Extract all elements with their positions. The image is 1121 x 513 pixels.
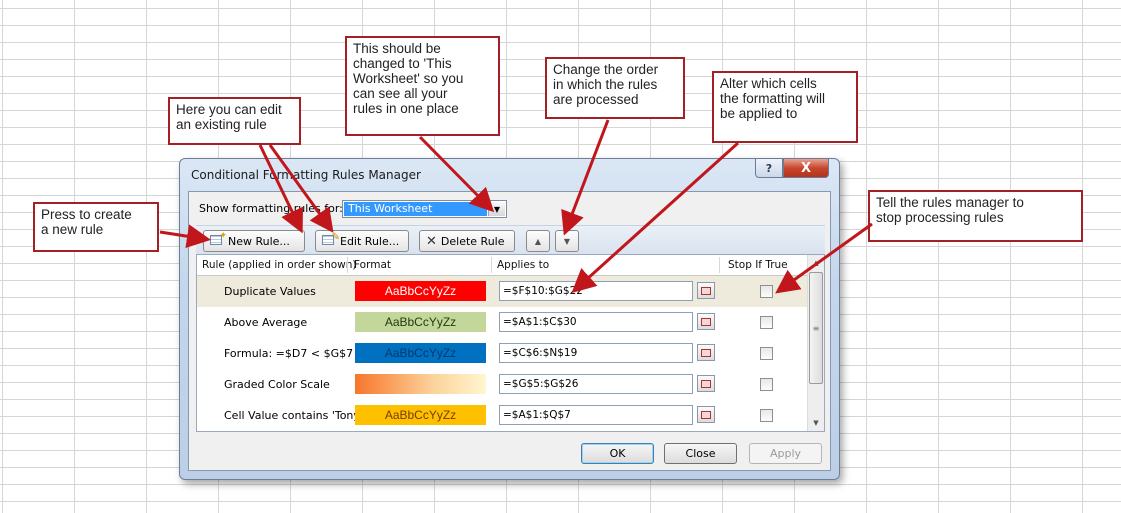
- format-preview: AaBbCcYyZz: [355, 343, 486, 363]
- callout-order-note: Change the order in which the rules are …: [545, 57, 685, 119]
- rule-name: Formula: =$D7 < $G$7: [224, 347, 354, 360]
- rules-toolbar: ✦ New Rule... ✎ Edit Rule... ✕ Delete Ru…: [196, 225, 825, 255]
- format-preview: AaBbCcYyZz: [355, 405, 486, 425]
- applies-to-field[interactable]: =$G$5:$G$26: [499, 374, 693, 394]
- show-rules-select[interactable]: This Worksheet ▼: [342, 200, 507, 218]
- applies-to-field[interactable]: =$A$1:$Q$7: [499, 405, 693, 425]
- format-preview: AaBbCcYyZz: [355, 281, 486, 301]
- new-rule-label: New Rule...: [228, 234, 290, 248]
- edit-rule-button[interactable]: ✎ Edit Rule...: [315, 230, 409, 252]
- column-header-stop-if-true: Stop If True: [728, 259, 788, 271]
- delete-rule-label: Delete Rule: [440, 234, 505, 248]
- help-button[interactable]: ?: [755, 158, 783, 178]
- column-header-rule: Rule (applied in order shown): [202, 259, 357, 271]
- new-rule-icon: ✦: [210, 231, 227, 247]
- format-preview: [355, 374, 486, 394]
- edit-rule-label: Edit Rule...: [340, 234, 400, 248]
- stop-if-true-checkbox[interactable]: [760, 285, 773, 298]
- rules-manager-dialog: Conditional Formatting Rules Manager ? X…: [179, 158, 840, 480]
- stop-if-true-checkbox[interactable]: [760, 347, 773, 360]
- vertical-scrollbar[interactable]: ▲ ≡ ▼: [807, 255, 824, 431]
- new-rule-button[interactable]: ✦ New Rule...: [203, 230, 305, 252]
- arrow-up-icon: ▲: [534, 236, 542, 246]
- show-rules-selected-value: This Worksheet: [344, 202, 487, 216]
- rule-name: Graded Color Scale: [224, 378, 330, 391]
- collapse-dialog-icon: [701, 348, 711, 357]
- scroll-up-icon[interactable]: ▲: [809, 256, 823, 270]
- collapse-dialog-icon: [701, 410, 711, 419]
- rule-row[interactable]: Above Average AaBbCcYyZz =$A$1:$C$30: [197, 307, 809, 338]
- rule-name: Above Average: [224, 316, 308, 329]
- move-down-button[interactable]: ▼: [555, 230, 579, 252]
- arrow-down-icon: ▼: [563, 236, 571, 246]
- show-rules-label: Show formatting rules for:: [199, 202, 343, 215]
- table-header: Rule (applied in order shown) Format App…: [197, 255, 809, 276]
- apply-button[interactable]: Apply: [749, 443, 822, 464]
- callout-edit-note: Here you can edit an existing rule: [168, 97, 301, 145]
- dialog-body: Show formatting rules for: This Workshee…: [188, 191, 831, 471]
- callout-scope-note: This should be changed to 'This Workshee…: [345, 36, 500, 136]
- callout-stop-note: Tell the rules manager to stop processin…: [868, 190, 1083, 242]
- rules-table: Rule (applied in order shown) Format App…: [196, 254, 825, 432]
- scroll-down-icon[interactable]: ▼: [809, 416, 823, 430]
- collapse-dialog-icon: [701, 286, 711, 295]
- dropdown-arrow-icon[interactable]: ▼: [488, 202, 505, 216]
- applies-to-field[interactable]: =$A$1:$C$30: [499, 312, 693, 332]
- format-preview: AaBbCcYyZz: [355, 312, 486, 332]
- range-select-button[interactable]: [697, 282, 715, 299]
- dialog-title: Conditional Formatting Rules Manager: [191, 168, 421, 182]
- column-header-applies-to: Applies to: [497, 259, 550, 271]
- range-select-button[interactable]: [697, 406, 715, 423]
- stop-if-true-checkbox[interactable]: [760, 378, 773, 391]
- help-icon: ?: [765, 161, 773, 175]
- move-up-button[interactable]: ▲: [526, 230, 550, 252]
- rule-name: Cell Value contains 'Tony': [224, 409, 363, 422]
- delete-rule-button[interactable]: ✕ Delete Rule: [419, 230, 515, 252]
- rule-row[interactable]: Cell Value contains 'Tony' AaBbCcYyZz =$A$…: [197, 400, 809, 431]
- callout-new-rule-note: Press to create a new rule: [33, 202, 159, 252]
- window-close-button[interactable]: X: [783, 158, 829, 178]
- callout-applies-note: Alter which cells the formatting will be…: [712, 71, 858, 143]
- range-select-button[interactable]: [697, 375, 715, 392]
- stop-if-true-checkbox[interactable]: [760, 409, 773, 422]
- close-button[interactable]: Close: [664, 443, 737, 464]
- edit-rule-icon: ✎: [322, 232, 340, 247]
- rule-name: Duplicate Values: [224, 285, 316, 298]
- stop-if-true-checkbox[interactable]: [760, 316, 773, 329]
- collapse-dialog-icon: [701, 379, 711, 388]
- ok-button[interactable]: OK: [581, 443, 654, 464]
- range-select-button[interactable]: [697, 344, 715, 361]
- applies-to-field[interactable]: =$C$6:$N$19: [499, 343, 693, 363]
- rule-row[interactable]: Duplicate Values AaBbCcYyZz =$F$10:$G$22: [197, 276, 809, 307]
- applies-to-field[interactable]: =$F$10:$G$22: [499, 281, 693, 301]
- column-header-format: Format: [354, 259, 392, 271]
- scroll-thumb[interactable]: ≡: [809, 272, 823, 384]
- delete-x-icon: ✕: [426, 233, 437, 249]
- close-icon: X: [800, 160, 812, 176]
- rule-row[interactable]: Formula: =$D7 < $G$7 AaBbCcYyZz =$C$6:$N$1…: [197, 338, 809, 369]
- collapse-dialog-icon: [701, 317, 711, 326]
- rule-row[interactable]: Graded Color Scale =$G$5:$G$26: [197, 369, 809, 400]
- range-select-button[interactable]: [697, 313, 715, 330]
